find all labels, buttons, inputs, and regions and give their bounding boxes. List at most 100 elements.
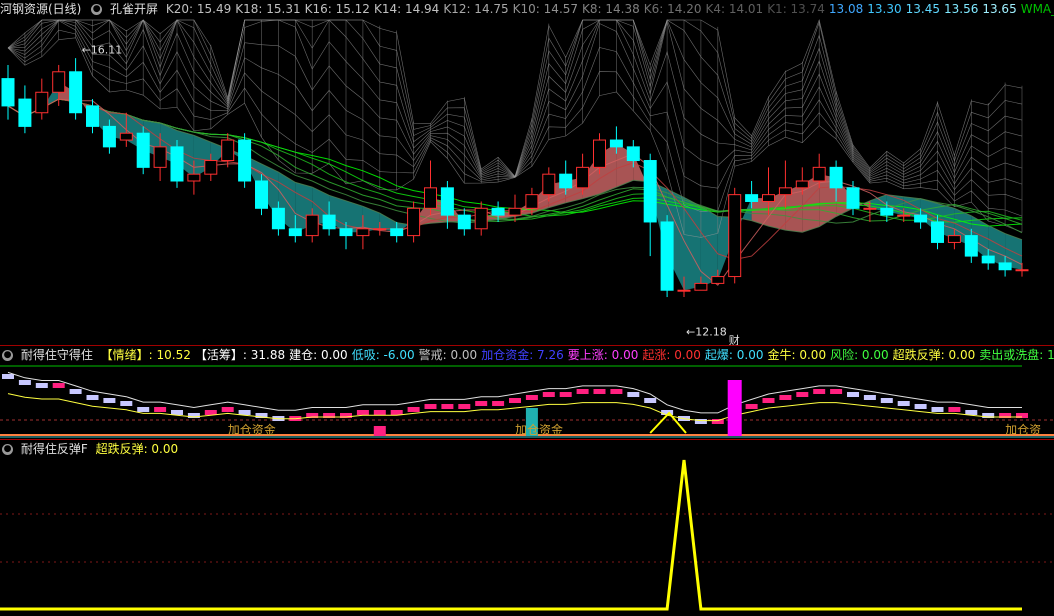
emotion-bar: [593, 389, 606, 394]
emotion-bar: [880, 398, 893, 403]
finance-marker: 财: [729, 333, 740, 346]
candle-body: [576, 166, 590, 189]
indicator-title[interactable]: 耐得住守得住: [21, 348, 93, 362]
indicator-legend-item: 【情绪】: 10.52: [100, 348, 191, 362]
settings-icon[interactable]: ●: [2, 444, 13, 455]
emotion-bar: [914, 404, 927, 409]
candle-body: [711, 276, 725, 284]
candle-body: [745, 194, 759, 202]
indicator-panel-header: ● 耐得住守得住 【情绪】: 10.52 【活筹】: 31.88 建仓: 0.00 低…: [0, 346, 1054, 364]
candle-body: [694, 282, 708, 291]
candle-body: [153, 146, 167, 168]
ma-legend-item: K20: 15.49: [165, 2, 232, 16]
candle-body: [778, 187, 792, 196]
candle-body: [762, 194, 775, 202]
rebound-indicator-chart[interactable]: [0, 458, 1054, 616]
candle-body: [424, 187, 437, 209]
oversold-rebound-line: [0, 459, 1022, 611]
candle-body: [897, 214, 911, 217]
emotion-bar: [509, 398, 521, 403]
emotion-bar: [830, 389, 843, 394]
emotion-bar: [931, 407, 944, 412]
ma-legend-item: K14: 14.94: [373, 2, 440, 16]
emotion-bar: [796, 392, 809, 397]
candle-body: [525, 194, 539, 209]
candle-body: [880, 207, 894, 216]
emotion-bar: [356, 410, 369, 415]
candle-body: [491, 207, 505, 216]
indicator-name[interactable]: 孔雀开屏: [110, 2, 158, 16]
ma-legend-item: K16: 15.12: [304, 2, 370, 16]
indicator-legend-item: 【活筹】: 31.88: [194, 348, 286, 362]
emotion-bar: [18, 380, 31, 385]
emotion-indicator-chart[interactable]: 加仓资金 加仓资金 加仓资: [0, 364, 1054, 440]
candle-body: [998, 262, 1012, 271]
emotion-bar: [2, 374, 14, 379]
settings-icon[interactable]: ●: [2, 350, 13, 361]
candle-body: [947, 235, 961, 243]
candle-body: [356, 228, 370, 237]
candle-body: [829, 166, 843, 189]
indicator-legend-item: 起涨: 0.00: [642, 348, 701, 362]
high-price-label: ←16.11: [82, 43, 123, 56]
rebound-title[interactable]: 耐得住反弹F: [21, 442, 88, 456]
main-price-chart[interactable]: ←16.11 ←12.18财: [0, 18, 1054, 346]
candle-body: [35, 91, 49, 114]
ma-legend-item: 13.65: [982, 2, 1017, 16]
emotion-bar: [458, 404, 471, 409]
candle-body: [1, 78, 15, 107]
candle-body: [102, 125, 116, 148]
candle-body: [288, 228, 302, 237]
candle-body: [931, 221, 944, 243]
ma-legend-item: WMA_3: 13.(: [1020, 2, 1054, 16]
candle-body: [119, 132, 133, 141]
active-chips-line: [7, 371, 1022, 414]
emotion-bar: [762, 398, 775, 403]
candle-body: [238, 139, 252, 182]
emotion-bar: [948, 407, 961, 412]
ma-band-fill: [700, 206, 718, 287]
stock-title[interactable]: 河钢资源(日线): [0, 2, 81, 16]
emotion-bar: [610, 389, 623, 394]
indicator-legend-item: 金牛: 0.00: [767, 348, 827, 362]
candle-body: [170, 146, 184, 182]
candle-body: [643, 160, 657, 223]
candle-body: [914, 214, 928, 223]
candle-body: [795, 180, 809, 189]
ma-legend-item: 13.45: [905, 2, 940, 16]
emotion-bar: [52, 383, 65, 388]
ma-legend-item: K4: 14.01: [705, 2, 764, 16]
candle-body: [271, 207, 285, 230]
candle-body: [846, 187, 860, 209]
rebound-panel-header: ● 耐得住反弹F 超跌反弹: 0.00: [0, 440, 1054, 458]
candle-body: [593, 139, 606, 168]
indicator-legend-item: 要上涨: 0.00: [567, 348, 639, 362]
emotion-bar: [542, 392, 555, 397]
candle-body: [18, 98, 32, 127]
indicator-legend-item: 建仓: 0.00: [289, 348, 348, 362]
candle-body: [457, 214, 471, 230]
emotion-bar: [120, 401, 133, 406]
candle-body: [390, 228, 404, 237]
candle-body: [204, 160, 218, 175]
ma-legend-item: 13.08: [828, 2, 864, 16]
candle-body: [728, 194, 742, 278]
candle-body: [255, 180, 268, 209]
candle-body: [407, 207, 421, 237]
ma-legend-item: K8: 14.38: [582, 2, 640, 16]
indicator-legend-item: 警戒: 0.00: [418, 348, 478, 362]
indicator-legend-item: 风险: 0.00: [830, 348, 889, 362]
indicator-legend-item: 加仓资金: 7.26: [481, 348, 564, 362]
ma-legend-item: 13.56: [943, 2, 979, 16]
emotion-bar: [424, 404, 437, 409]
rebound-legend-item: 超跌反弹: 0.00: [95, 442, 179, 456]
emotion-bar: [475, 401, 488, 406]
settings-icon[interactable]: ●: [91, 4, 103, 15]
emotion-bar: [103, 398, 116, 403]
emotion-bar: [779, 395, 792, 400]
ma-legend-item: K12: 14.75: [443, 2, 509, 16]
candle-body: [187, 173, 201, 182]
warning-bar: [373, 426, 386, 436]
candle-body: [812, 166, 826, 182]
emotion-bar: [492, 401, 505, 406]
